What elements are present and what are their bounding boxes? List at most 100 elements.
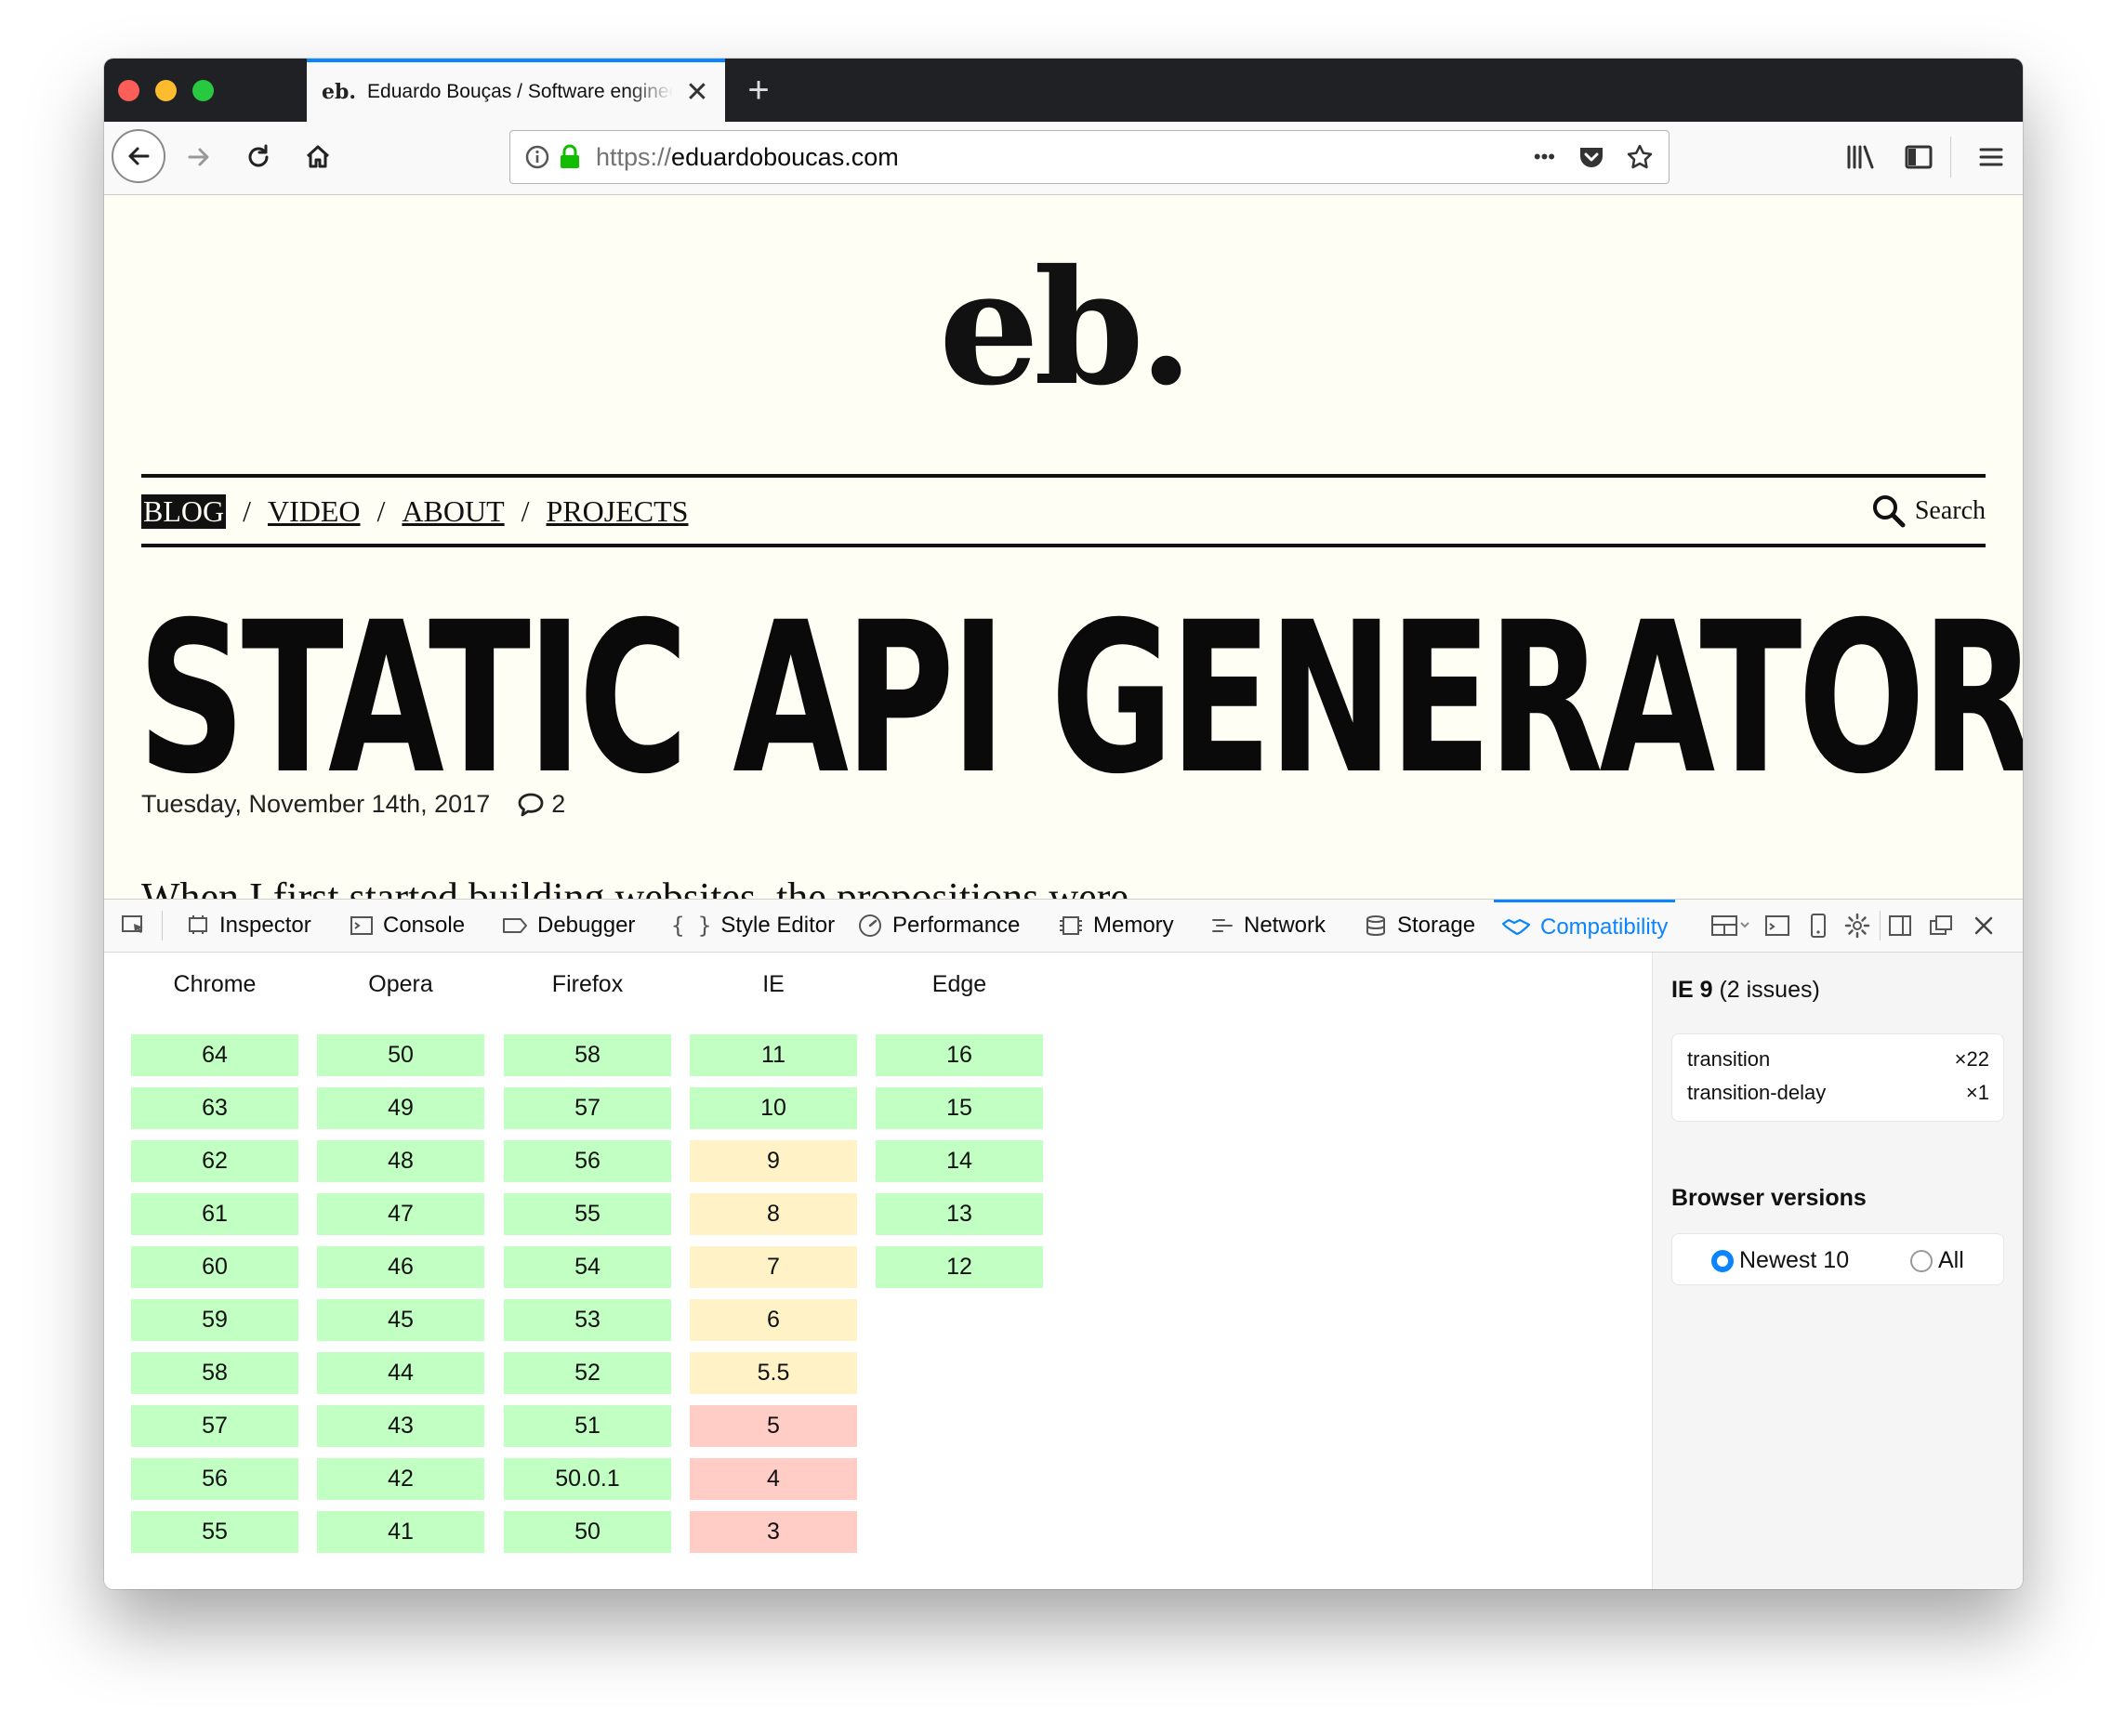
dock-side-icon[interactable] bbox=[1887, 913, 1913, 939]
version-cell-firefox[interactable]: 56 bbox=[504, 1140, 671, 1182]
version-cell-chrome[interactable]: 64 bbox=[131, 1034, 298, 1076]
tab-performance[interactable]: Performance bbox=[857, 900, 1020, 952]
version-cell-chrome[interactable]: 55 bbox=[131, 1511, 298, 1553]
web-page: eb. BLOG / VIDEO / ABOUT / PROJECTS Sear… bbox=[104, 195, 2023, 899]
undock-icon[interactable] bbox=[1928, 913, 1954, 939]
back-icon[interactable] bbox=[112, 129, 165, 183]
page-actions-icon[interactable]: ••• bbox=[1534, 145, 1555, 169]
version-cell-opera[interactable]: 50 bbox=[317, 1034, 484, 1076]
issue-row[interactable]: transition ×22 bbox=[1687, 1047, 1989, 1072]
reload-icon[interactable] bbox=[231, 129, 286, 185]
navigation-toolbar: https://eduardoboucas.com ••• bbox=[104, 122, 2023, 195]
version-cell-chrome[interactable]: 59 bbox=[131, 1299, 298, 1341]
version-cell-chrome[interactable]: 62 bbox=[131, 1140, 298, 1182]
version-cell-ie[interactable]: 10 bbox=[690, 1087, 857, 1129]
version-cell-firefox[interactable]: 58 bbox=[504, 1034, 671, 1076]
home-icon[interactable] bbox=[290, 129, 346, 185]
version-cell-opera[interactable]: 44 bbox=[317, 1352, 484, 1394]
version-cell-ie[interactable]: 3 bbox=[690, 1511, 857, 1553]
version-cell-chrome[interactable]: 58 bbox=[131, 1352, 298, 1394]
version-cell-opera[interactable]: 41 bbox=[317, 1511, 484, 1553]
minimize-window-button[interactable] bbox=[155, 80, 177, 101]
version-cell-ie[interactable]: 7 bbox=[690, 1246, 857, 1288]
menu-icon[interactable] bbox=[1963, 129, 2019, 185]
star-icon[interactable] bbox=[1626, 143, 1654, 171]
version-cell-edge[interactable]: 16 bbox=[876, 1034, 1043, 1076]
version-cell-ie[interactable]: 8 bbox=[690, 1193, 857, 1235]
version-cell-ie[interactable]: 5 bbox=[690, 1405, 857, 1447]
version-cell-chrome[interactable]: 56 bbox=[131, 1458, 298, 1500]
settings-gear-icon[interactable] bbox=[1844, 913, 1870, 939]
nav-blog-link[interactable]: BLOG bbox=[141, 493, 227, 529]
url-bar[interactable]: https://eduardoboucas.com ••• bbox=[509, 130, 1670, 184]
site-search-button[interactable]: Search bbox=[1870, 491, 1986, 532]
version-cell-edge[interactable]: 13 bbox=[876, 1193, 1043, 1235]
version-cell-ie[interactable]: 9 bbox=[690, 1140, 857, 1182]
version-cell-ie[interactable]: 5.5 bbox=[690, 1352, 857, 1394]
tab-inspector[interactable]: Inspector bbox=[186, 900, 311, 952]
radio-selected-icon bbox=[1711, 1249, 1734, 1272]
version-cell-edge[interactable]: 14 bbox=[876, 1140, 1043, 1182]
new-tab-button[interactable]: + bbox=[736, 68, 781, 112]
version-cell-ie[interactable]: 4 bbox=[690, 1458, 857, 1500]
frames-dropdown-icon[interactable] bbox=[1710, 913, 1751, 939]
responsive-design-icon[interactable] bbox=[1805, 913, 1831, 939]
info-icon[interactable] bbox=[525, 145, 549, 169]
version-cell-opera[interactable]: 42 bbox=[317, 1458, 484, 1500]
storage-icon bbox=[1366, 915, 1385, 937]
version-cell-opera[interactable]: 45 bbox=[317, 1299, 484, 1341]
version-cell-chrome[interactable]: 60 bbox=[131, 1246, 298, 1288]
version-cell-chrome[interactable]: 61 bbox=[131, 1193, 298, 1235]
tab-compatibility[interactable]: Compatibility bbox=[1494, 900, 1676, 952]
handshake-icon bbox=[1501, 918, 1531, 935]
version-cell-firefox[interactable]: 50.0.1 bbox=[504, 1458, 671, 1500]
pocket-icon[interactable] bbox=[1577, 144, 1605, 170]
version-cell-firefox[interactable]: 51 bbox=[504, 1405, 671, 1447]
issue-row[interactable]: transition-delay ×1 bbox=[1687, 1081, 1989, 1105]
version-cell-opera[interactable]: 49 bbox=[317, 1087, 484, 1129]
version-cell-chrome[interactable]: 63 bbox=[131, 1087, 298, 1129]
maximize-window-button[interactable] bbox=[192, 80, 214, 101]
tab-network[interactable]: Network bbox=[1210, 900, 1326, 952]
version-cell-opera[interactable]: 48 bbox=[317, 1140, 484, 1182]
version-cell-firefox[interactable]: 54 bbox=[504, 1246, 671, 1288]
newest-10-radio[interactable]: Newest 10 bbox=[1711, 1247, 1849, 1274]
version-cell-opera[interactable]: 43 bbox=[317, 1405, 484, 1447]
element-picker-icon[interactable] bbox=[121, 913, 147, 939]
toolbar-divider bbox=[1880, 911, 1881, 940]
nav-about-link[interactable]: ABOUT bbox=[402, 494, 504, 529]
comment-count-link[interactable]: 2 bbox=[516, 790, 565, 819]
url-text[interactable]: https://eduardoboucas.com bbox=[596, 143, 899, 172]
sidebar-icon[interactable] bbox=[1891, 129, 1947, 185]
version-cell-edge[interactable]: 15 bbox=[876, 1087, 1043, 1129]
all-versions-radio[interactable]: All bbox=[1910, 1247, 1964, 1274]
version-cell-opera[interactable]: 47 bbox=[317, 1193, 484, 1235]
version-cell-chrome[interactable]: 57 bbox=[131, 1405, 298, 1447]
version-cell-opera[interactable]: 46 bbox=[317, 1246, 484, 1288]
version-cell-edge[interactable]: 12 bbox=[876, 1246, 1043, 1288]
nav-video-link[interactable]: VIDEO bbox=[268, 494, 361, 529]
tab-title: Eduardo Bouças / Software engineer bbox=[367, 81, 673, 102]
forward-icon[interactable] bbox=[171, 129, 227, 185]
library-icon[interactable] bbox=[1833, 129, 1889, 185]
tab-storage[interactable]: Storage bbox=[1364, 900, 1475, 952]
version-cell-firefox[interactable]: 55 bbox=[504, 1193, 671, 1235]
lock-icon[interactable] bbox=[559, 144, 581, 170]
site-logo[interactable]: eb. bbox=[104, 249, 2023, 407]
tab-style-editor[interactable]: { } Style Editor bbox=[671, 900, 835, 952]
version-cell-firefox[interactable]: 53 bbox=[504, 1299, 671, 1341]
nav-projects-link[interactable]: PROJECTS bbox=[547, 494, 689, 529]
close-window-button[interactable] bbox=[118, 80, 139, 101]
tab-close-icon[interactable]: ✕ bbox=[684, 76, 710, 109]
version-cell-ie[interactable]: 11 bbox=[690, 1034, 857, 1076]
browser-tab[interactable]: eb. Eduardo Bouças / Software engineer ✕ bbox=[307, 59, 725, 122]
version-cell-ie[interactable]: 6 bbox=[690, 1299, 857, 1341]
tab-debugger[interactable]: Debugger bbox=[502, 900, 635, 952]
version-cell-firefox[interactable]: 52 bbox=[504, 1352, 671, 1394]
version-cell-firefox[interactable]: 57 bbox=[504, 1087, 671, 1129]
tab-console[interactable]: Console bbox=[350, 900, 465, 952]
version-cell-firefox[interactable]: 50 bbox=[504, 1511, 671, 1553]
close-devtools-icon[interactable] bbox=[1971, 913, 1997, 939]
split-console-icon[interactable] bbox=[1764, 913, 1790, 939]
tab-memory[interactable]: Memory bbox=[1058, 900, 1174, 952]
